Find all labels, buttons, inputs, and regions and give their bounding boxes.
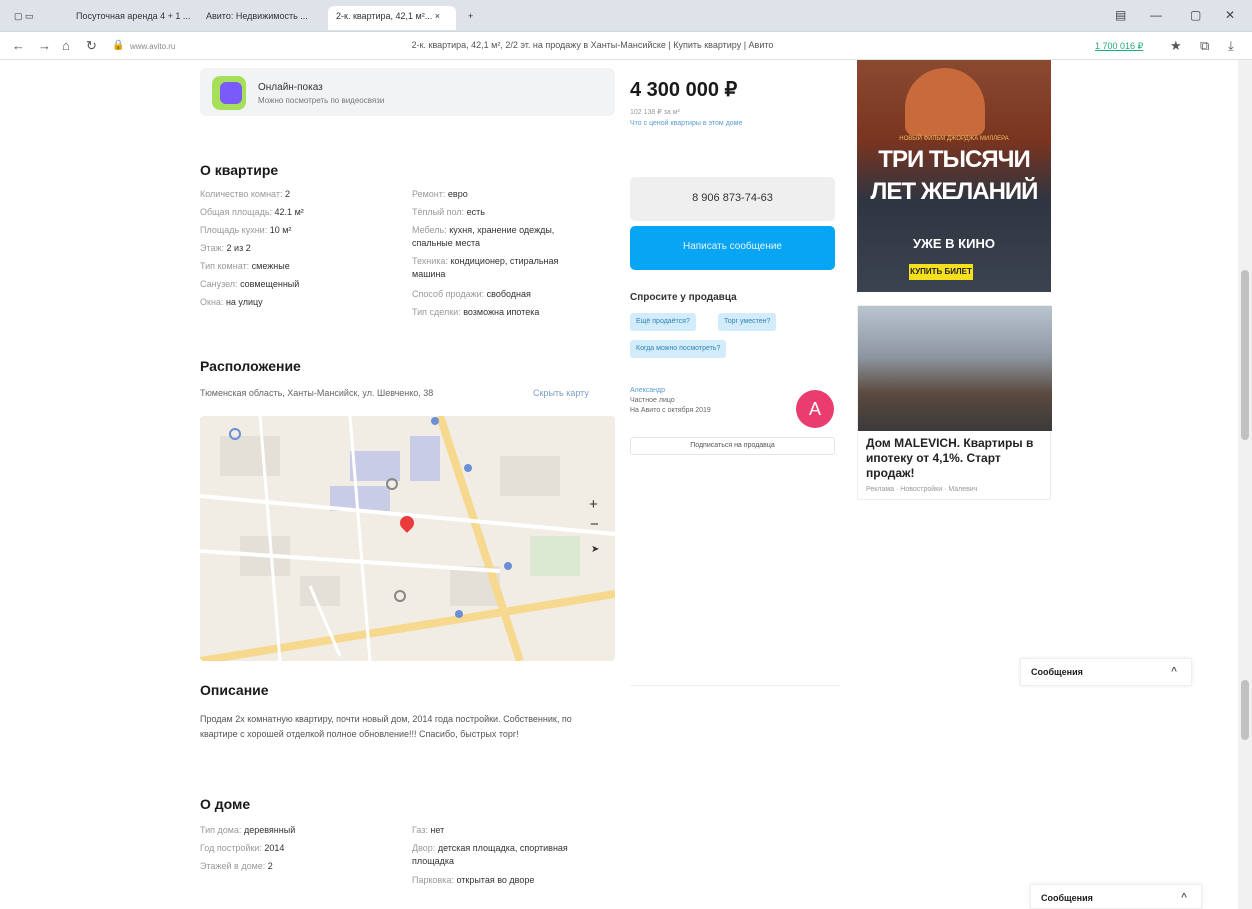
home-icon[interactable]: ⌂ xyxy=(62,38,70,53)
download-icon[interactable]: ⤓ xyxy=(1228,38,1234,54)
divider xyxy=(630,685,840,686)
quick-question-chip[interactable]: Ещё продаётся? xyxy=(630,313,696,331)
property-row: Тип дома: деревянный xyxy=(200,825,296,835)
ad-title-line3: УЖЕ В КИНО xyxy=(913,236,995,251)
back-icon[interactable]: ← xyxy=(12,38,25,53)
location-map[interactable]: + − ➤ xyxy=(200,416,615,661)
video-camera-icon xyxy=(220,82,242,104)
description-text: Продам 2х комнатную квартиру, почти новы… xyxy=(200,714,572,739)
write-message-button[interactable]: Написать сообщение xyxy=(630,226,835,270)
reload-icon[interactable]: ↻ xyxy=(86,38,97,54)
property-row: Этаж: 2 из 2 xyxy=(200,243,251,253)
property-row: Техника: кондиционер, стиральная машина xyxy=(412,256,559,279)
property-row: Парковка: открытая во дворе xyxy=(412,875,535,885)
property-row: Способ продажи: свободная xyxy=(412,289,531,299)
zoom-out-button[interactable]: − xyxy=(590,516,599,533)
locate-icon[interactable]: ➤ xyxy=(591,544,599,555)
property-row: Двор: детская площадка, спортивная площа… xyxy=(412,843,568,866)
online-tour-subtitle: Можно посмотреть по видеосвязи xyxy=(258,96,385,105)
minimize-icon[interactable]: — xyxy=(1150,8,1162,22)
extension-label[interactable]: 1 700 016 ₽ xyxy=(1095,41,1143,52)
avatar[interactable]: А xyxy=(796,390,834,428)
lock-icon: 🔒 xyxy=(112,40,125,51)
subscribe-seller-button[interactable]: Подписаться на продавца xyxy=(630,437,835,455)
property-row: Этажей в доме: 2 xyxy=(200,861,273,871)
browser-tab-bar: ▢ ▭ Посуточная аренда 4 + 1 ... Авито: Н… xyxy=(0,0,1252,32)
property-row: Площадь кухни: 10 м² xyxy=(200,225,292,235)
bookmark-icon[interactable]: ★ xyxy=(1170,38,1182,54)
show-phone-button[interactable]: 8 906 873-74-63 xyxy=(630,177,835,221)
property-row: Санузел: совмещенный xyxy=(200,279,300,289)
quick-question-chip[interactable]: Торг уместен? xyxy=(718,313,777,331)
messages-widget[interactable]: Сообщения ^ xyxy=(1030,884,1202,909)
location-heading: Расположение xyxy=(200,358,301,374)
about-house-heading: О доме xyxy=(200,796,251,812)
ask-seller-heading: Спросите у продавца xyxy=(630,292,737,303)
seller-type: Частное лицо xyxy=(630,397,675,404)
tabs-menu-icon[interactable]: ▤ xyxy=(1115,8,1126,22)
seller-name[interactable]: Александр xyxy=(630,386,711,396)
browser-tab-switcher[interactable]: ▢ ▭ xyxy=(6,6,46,30)
map-canvas[interactable] xyxy=(200,416,615,661)
realty-ad-card[interactable]: Дом MALEVICH. Квартиры в ипотеку от 4,1%… xyxy=(857,305,1052,500)
property-row: Ремонт: евро xyxy=(412,189,468,199)
chevron-up-icon[interactable]: ^ xyxy=(1171,666,1177,677)
description-heading: Описание xyxy=(200,682,269,698)
property-row: Тип сделки: возможна ипотека xyxy=(412,307,540,317)
price: 4 300 000 ₽ xyxy=(630,79,738,101)
messages-label: Сообщения xyxy=(1041,893,1093,903)
address-text: Тюменская область, Ханты-Мансийск, ул. Ш… xyxy=(200,388,434,398)
price-info-link[interactable]: Что с ценой квартиры в этом доме xyxy=(630,120,742,127)
browser-tab[interactable]: Авито: Недвижимость ... xyxy=(198,6,324,30)
property-row: Количество комнат: 2 xyxy=(200,189,290,199)
property-row: Окна: на улицу xyxy=(200,297,263,307)
property-row: Газ: нет xyxy=(412,825,445,835)
ad-title-line2: ЛЕТ ЖЕЛАНИЙ xyxy=(870,178,1039,205)
buy-ticket-button[interactable]: КУПИТЬ БИЛЕТ xyxy=(909,264,973,280)
hide-map-link[interactable]: Скрыть карту xyxy=(533,388,589,398)
zoom-in-button[interactable]: + xyxy=(589,496,598,513)
ad-title-line1: ТРИ ТЫСЯЧИ xyxy=(878,146,1030,173)
online-tour-banner[interactable]: Онлайн-показ Можно посмотреть по видеосв… xyxy=(200,68,615,116)
ad-image xyxy=(905,68,985,136)
scrollbar-thumb[interactable] xyxy=(1241,680,1249,740)
seller-info: Александр Частное лицо На Авито с октябр… xyxy=(630,386,711,416)
property-row: Год постройки: 2014 xyxy=(200,843,285,853)
chevron-up-icon[interactable]: ^ xyxy=(1181,892,1187,903)
maximize-icon[interactable]: ▢ xyxy=(1190,8,1201,22)
forward-icon[interactable]: → xyxy=(38,38,51,53)
price-per-meter: 102 138 ₽ за м² xyxy=(630,109,680,116)
close-icon[interactable]: ✕ xyxy=(1225,8,1235,22)
scrollbar[interactable] xyxy=(1238,60,1252,909)
online-tour-title: Онлайн-показ xyxy=(258,82,323,93)
ad-meta: Реклама · Новостройки · Малевич xyxy=(866,486,978,493)
browser-tab-active[interactable]: 2-к. квартира, 42,1 м²... × xyxy=(328,6,456,30)
movie-ad-banner[interactable]: НОВЫЙ ФИЛЬМ ДЖОРДЖА МИЛЛЕРА ТРИ ТЫСЯЧИ Л… xyxy=(857,60,1051,292)
page-title-in-address[interactable]: 2-к. квартира, 42,1 м², 2/2 эт. на прода… xyxy=(140,37,1045,55)
quick-question-chip[interactable]: Когда можно посмотреть? xyxy=(630,340,727,358)
ad-title[interactable]: Дом MALEVICH. Квартиры в ипотеку от 4,1%… xyxy=(866,436,1046,481)
messages-label: Сообщения xyxy=(1031,667,1083,677)
new-tab-button[interactable]: + xyxy=(460,6,484,30)
property-row: Мебель: кухня, хранение одежды, спальные… xyxy=(412,225,555,248)
address-bar: ← → ⌂ ↻ 🔒 www.avito.ru 2-к. квартира, 42… xyxy=(0,32,1252,60)
property-row: Общая площадь: 42.1 м² xyxy=(200,207,304,217)
property-row: Тёплый пол: есть xyxy=(412,207,485,217)
property-row: Тип комнат: смежные xyxy=(200,261,290,271)
share-icon[interactable]: ⧉ xyxy=(1200,38,1209,54)
messages-widget[interactable]: Сообщения ^ xyxy=(1020,658,1192,686)
scrollbar-thumb[interactable] xyxy=(1241,270,1249,440)
seller-since: На Авито с октября 2019 xyxy=(630,407,711,414)
ad-tagline: НОВЫЙ ФИЛЬМ ДЖОРДЖА МИЛЛЕРА xyxy=(899,136,1009,142)
about-flat-heading: О квартире xyxy=(200,162,279,178)
building-photo xyxy=(858,306,1052,431)
browser-tab[interactable]: Посуточная аренда 4 + 1 ... xyxy=(68,6,194,30)
